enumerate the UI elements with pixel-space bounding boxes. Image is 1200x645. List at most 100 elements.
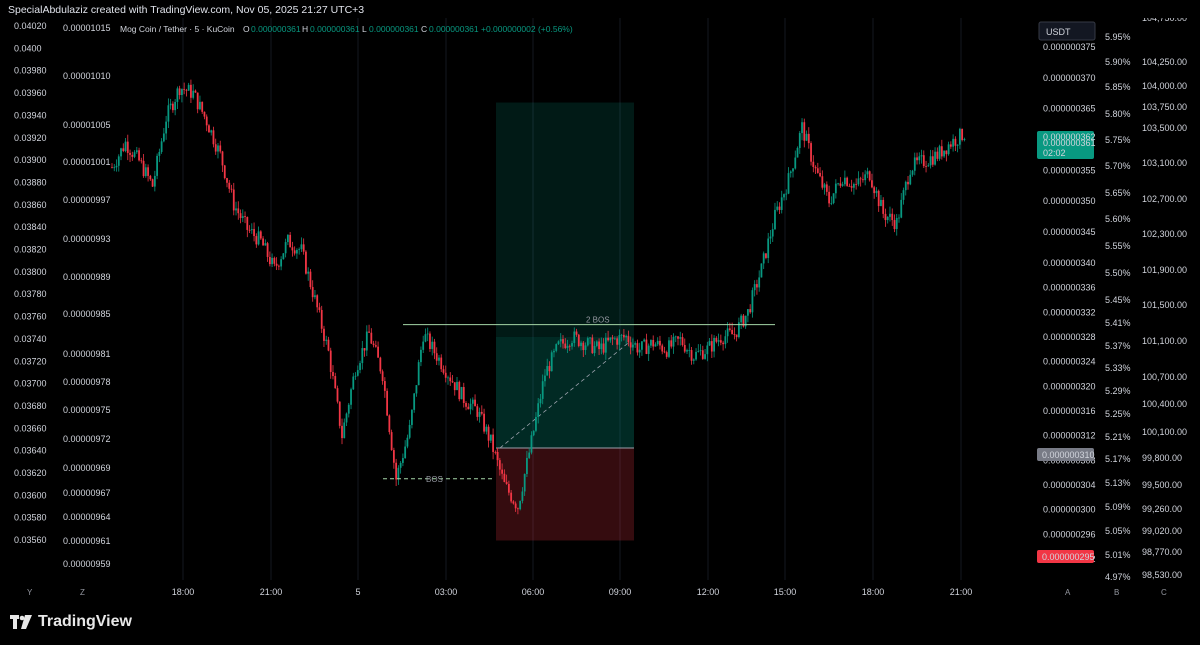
- candle-body: [728, 328, 731, 330]
- left-axis-1-tick: 0.03840: [14, 222, 47, 232]
- right-axis-pct-tick: 4.97%: [1105, 572, 1131, 582]
- candle-body: [938, 146, 941, 159]
- right-axis-3-tick: 102,300.00: [1142, 229, 1187, 239]
- candle-body: [505, 481, 508, 484]
- candle-body: [943, 150, 945, 157]
- candle-body: [176, 88, 179, 102]
- axis-corner-buttons[interactable]: Y Z A B C: [27, 588, 1167, 597]
- left-axis-1-tick: 0.03860: [14, 200, 47, 210]
- candle-body: [837, 183, 840, 185]
- candle-body: [332, 371, 334, 377]
- candle-body: [129, 152, 131, 155]
- axis-button-c[interactable]: C: [1161, 588, 1167, 597]
- candle-body: [190, 84, 192, 98]
- right-axis-pct-tick: 5.95%: [1105, 32, 1131, 42]
- candle-body: [688, 350, 691, 351]
- candle-body: [801, 122, 803, 134]
- axis-button-y[interactable]: Y: [27, 588, 33, 597]
- candle-body: [828, 191, 830, 204]
- price-chart[interactable]: BOS 2 BOS Mog Coin / Tether · 5 · KuCoin …: [0, 18, 1200, 600]
- right-axis-3-tick: 99,260.00: [1142, 504, 1182, 514]
- axis-button-z[interactable]: Z: [80, 588, 85, 597]
- candle-body: [120, 148, 122, 157]
- axis-button-a[interactable]: A: [1065, 588, 1071, 597]
- candle-body: [438, 357, 440, 361]
- currency-badge[interactable]: USDT: [1038, 21, 1096, 41]
- candle-body: [575, 331, 578, 335]
- left-axis-2-tick: 0.00000959: [63, 559, 111, 569]
- candle-body: [555, 344, 558, 351]
- candle-body: [661, 345, 664, 352]
- candle-body: [501, 469, 504, 474]
- axis-button-b[interactable]: B: [1114, 588, 1119, 597]
- candle-body: [769, 236, 772, 239]
- candle-body: [568, 345, 571, 347]
- time-axis[interactable]: 18:00 21:00 5 03:00 06:00 09:00 12:00 15:00 18:0…: [172, 587, 973, 597]
- left-axis-2-tick: 0.00001010: [63, 71, 111, 81]
- candle-body: [880, 199, 882, 207]
- candle-body: [607, 337, 609, 341]
- left-axis-2-tick: 0.00000964: [63, 512, 111, 522]
- candle-body: [848, 185, 851, 187]
- candle-body: [931, 156, 934, 165]
- footer: TradingView: [0, 600, 1200, 645]
- candle-body: [420, 349, 422, 363]
- candle-body: [158, 151, 161, 156]
- candle-body: [208, 125, 210, 133]
- right-price-axis-3[interactable]: 104,750.00 104,250.00 104,000.00 103,750.00…: [1142, 18, 1187, 580]
- left-axis-1-tick: 0.03700: [14, 379, 47, 389]
- candle-body: [214, 144, 217, 152]
- candle-body: [787, 173, 790, 194]
- left-axis-1-tick: 0.03960: [14, 88, 47, 98]
- legend-symbol: Mog Coin / Tether · 5 · KuCoin: [120, 24, 235, 34]
- right-axis-3-tick: 101,100.00: [1142, 336, 1187, 346]
- tradingview-logo[interactable]: TradingView: [10, 613, 132, 631]
- candle-body: [722, 342, 725, 345]
- candle-body: [153, 175, 156, 187]
- loss-zone[interactable]: [496, 447, 634, 541]
- tradingview-logo-icon: [10, 615, 32, 629]
- candle-body: [183, 89, 186, 90]
- candle-body: [918, 156, 921, 161]
- candle-body: [947, 144, 950, 155]
- candle-body: [192, 90, 195, 98]
- candle-body: [584, 345, 587, 351]
- candle-body: [210, 130, 213, 133]
- left-price-axis-1[interactable]: 0.04020 0.0400 0.03980 0.03960 0.03940 0.0392…: [14, 21, 47, 545]
- left-axis-2-tick: 0.00000975: [63, 405, 111, 415]
- candle-body: [807, 133, 810, 144]
- candle-body: [203, 111, 206, 117]
- candle-body: [922, 155, 925, 167]
- profit-zone-filled: [496, 336, 634, 448]
- candle-body: [916, 157, 918, 161]
- candle-body: [521, 491, 524, 501]
- candle-body: [316, 295, 319, 308]
- candle-body: [641, 341, 643, 350]
- right-axis-price-tick: 0.000000375: [1043, 42, 1096, 52]
- left-price-axis-2[interactable]: 0.00001015 0.00001010 0.00001005 0.00001001…: [63, 23, 111, 569]
- candle-body: [305, 251, 307, 274]
- long-position-tool[interactable]: [496, 102, 634, 541]
- candle-body: [115, 165, 118, 168]
- left-axis-1-tick: 0.03640: [14, 446, 47, 456]
- candle-body: [187, 84, 190, 91]
- candle-body: [338, 401, 341, 426]
- left-axis-1-tick: 0.03680: [14, 401, 47, 411]
- candle-body: [268, 256, 271, 265]
- candle-body: [451, 381, 454, 383]
- right-axis-3-tick: 101,500.00: [1142, 300, 1187, 310]
- candle-body: [925, 166, 927, 167]
- candle-body: [814, 166, 817, 169]
- right-price-axis[interactable]: 0.000000375 0.000000370 0.000000365 0.00000…: [1043, 42, 1096, 564]
- candle-body: [710, 341, 713, 352]
- left-axis-2-tick: 0.00001015: [63, 23, 111, 33]
- legend-change: +0.000000002 (+0.56%): [481, 24, 573, 34]
- candle-body: [489, 434, 492, 441]
- right-axis-price-tick: 0.000000336: [1043, 283, 1096, 293]
- candle-body: [580, 342, 582, 347]
- candle-body: [636, 343, 639, 353]
- left-axis-1-tick: 0.03920: [14, 133, 47, 143]
- right-percent-axis[interactable]: 5.95% 5.90% 5.85% 5.80% 5.75% 5.70% 5.65% 5.60%…: [1105, 32, 1131, 582]
- right-axis-3-tick: 98,770.00: [1142, 547, 1182, 557]
- candle-body: [433, 341, 436, 354]
